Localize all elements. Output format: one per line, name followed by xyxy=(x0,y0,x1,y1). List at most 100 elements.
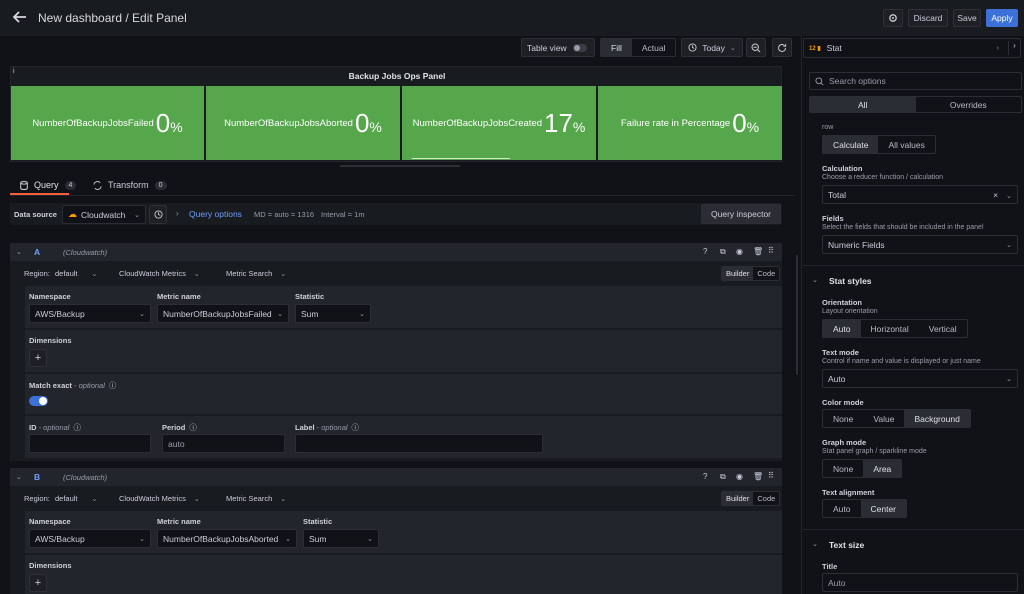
builder-option[interactable]: Builder xyxy=(722,267,754,280)
match-exact-toggle[interactable] xyxy=(29,396,48,406)
eye-icon[interactable]: ◉ xyxy=(736,472,743,481)
discard-button[interactable]: Discard xyxy=(908,9,948,27)
stat-tile: NumberOfBackupJobsFailed 0% xyxy=(11,86,204,160)
api-select[interactable]: CloudWatch Metrics ⌄ xyxy=(119,494,200,503)
all-tab[interactable]: All xyxy=(810,97,916,112)
row-label: row xyxy=(822,124,834,131)
metric-name-select[interactable]: NumberOfBackupJobsAborted ⌄ xyxy=(157,529,297,548)
color-mode-none[interactable]: None xyxy=(823,410,863,427)
help-icon[interactable]: ? xyxy=(703,247,707,256)
query-ref-id[interactable]: B xyxy=(34,472,40,482)
collapse-pane-icon[interactable]: › xyxy=(1008,41,1020,55)
duplicate-icon[interactable]: ⧉ xyxy=(720,472,726,482)
search-options-input[interactable]: Search options xyxy=(809,72,1022,90)
time-picker[interactable]: Today ⌄ xyxy=(681,38,743,57)
query-inspector-button[interactable]: Query inspector xyxy=(701,204,781,224)
section-chevron-icon[interactable]: ⌄ xyxy=(812,276,818,284)
zoom-out-button[interactable] xyxy=(746,38,766,57)
stat-value: 0 xyxy=(155,107,171,138)
fields-select[interactable]: Numeric Fields ⌄ xyxy=(822,235,1018,254)
period-input[interactable]: auto xyxy=(162,434,285,453)
refresh-button[interactable] xyxy=(772,38,792,57)
settings-button[interactable] xyxy=(883,9,903,27)
all-values-option[interactable]: All values xyxy=(878,136,934,153)
label-input[interactable] xyxy=(295,434,543,453)
eye-icon[interactable]: ◉ xyxy=(736,247,743,256)
region-select[interactable]: default ⌄ xyxy=(55,269,97,278)
visualization-picker[interactable]: 12 ▮ Stat › xyxy=(803,38,1021,58)
fill-option[interactable]: Fill xyxy=(601,39,632,56)
code-option[interactable]: Code xyxy=(753,267,779,280)
query-tab-label: Query xyxy=(34,180,59,190)
orientation-horizontal[interactable]: Horizontal xyxy=(861,320,919,337)
apply-button[interactable]: Apply xyxy=(986,9,1018,27)
stat-styles-header[interactable]: Stat styles xyxy=(829,276,872,286)
statistic-select[interactable]: Sum ⌄ xyxy=(295,304,371,323)
options-tabs: All Overrides xyxy=(809,96,1022,113)
section-chevron-icon[interactable]: ⌄ xyxy=(812,540,818,548)
overrides-tab[interactable]: Overrides xyxy=(916,97,1022,112)
graph-mode-none[interactable]: None xyxy=(823,460,863,477)
chevron-down-icon: ⌄ xyxy=(1006,241,1012,249)
orientation-vertical[interactable]: Vertical xyxy=(919,320,967,337)
id-label: ID - optional ⓘ xyxy=(29,423,81,432)
alignment-center[interactable]: Center xyxy=(860,500,907,517)
collapse-icon[interactable]: ⌄ xyxy=(16,473,22,481)
mode-value: Metric Search xyxy=(226,494,273,503)
transform-icon xyxy=(93,180,102,190)
color-mode-toggle: None Value Background xyxy=(822,409,971,428)
mode-select[interactable]: Metric Search ⌄ xyxy=(226,269,286,278)
query-ref-id[interactable]: A xyxy=(34,247,40,257)
query-tab[interactable]: Query 4 xyxy=(10,176,77,194)
query-history-button[interactable] xyxy=(149,205,167,224)
duplicate-icon[interactable]: ⧉ xyxy=(720,247,726,257)
table-view-label: Table view xyxy=(527,42,567,53)
region-select[interactable]: default ⌄ xyxy=(55,494,97,503)
help-icon[interactable]: ? xyxy=(703,472,707,481)
add-dimension-button[interactable]: + xyxy=(29,574,47,592)
datasource-picker[interactable]: ☁ Cloudwatch ⌄ xyxy=(62,205,146,224)
transform-tab[interactable]: Transform 0 xyxy=(93,176,167,194)
trash-icon[interactable]: 🗑 xyxy=(753,247,763,256)
query-header: ⌄ A (Cloudwatch) ? ⧉ ◉ 🗑 ⠿ xyxy=(10,243,782,261)
actual-option[interactable]: Actual xyxy=(632,39,676,56)
text-mode-value: Auto xyxy=(828,373,846,384)
id-input[interactable] xyxy=(29,434,151,453)
color-mode-background[interactable]: Background xyxy=(904,410,970,427)
metric-name-select[interactable]: NumberOfBackupJobsFailed ⌄ xyxy=(157,304,289,323)
namespace-select[interactable]: AWS/Backup ⌄ xyxy=(29,304,151,323)
alignment-auto[interactable]: Auto xyxy=(823,500,861,517)
scrollbar[interactable] xyxy=(796,255,798,375)
namespace-select[interactable]: AWS/Backup ⌄ xyxy=(29,529,151,548)
collapse-icon[interactable]: ⌄ xyxy=(16,248,22,256)
text-mode-select[interactable]: Auto ⌄ xyxy=(822,369,1018,388)
color-mode-value[interactable]: Value xyxy=(863,410,904,427)
trash-icon[interactable]: 🗑 xyxy=(753,472,763,481)
namespace-label: Namespace xyxy=(29,292,71,301)
title-size-input[interactable]: Auto xyxy=(822,573,1018,592)
drag-handle-icon[interactable]: ⠿ xyxy=(768,246,774,255)
api-select[interactable]: CloudWatch Metrics ⌄ xyxy=(119,269,200,278)
drag-handle-icon[interactable]: ⠿ xyxy=(768,471,774,480)
calculation-label: Calculation xyxy=(822,164,863,173)
text-size-header[interactable]: Text size xyxy=(829,540,864,550)
statistic-select[interactable]: Sum ⌄ xyxy=(303,529,379,548)
add-dimension-button[interactable]: + xyxy=(29,349,47,367)
namespace-value: AWS/Backup xyxy=(35,533,85,544)
resize-handle[interactable] xyxy=(340,165,460,167)
code-option[interactable]: Code xyxy=(753,492,779,505)
orientation-auto[interactable]: Auto xyxy=(823,320,861,337)
calculate-option[interactable]: Calculate xyxy=(823,136,879,153)
graph-mode-area[interactable]: Area xyxy=(863,460,902,477)
save-button[interactable]: Save xyxy=(953,9,981,27)
calculation-select[interactable]: Total × ⌄ xyxy=(822,185,1018,204)
mode-select[interactable]: Metric Search ⌄ xyxy=(226,494,286,503)
history-icon xyxy=(153,210,163,219)
table-view-toggle[interactable]: Table view xyxy=(521,38,595,57)
builder-option[interactable]: Builder xyxy=(722,492,754,505)
metric-name-value: NumberOfBackupJobsFailed xyxy=(163,308,272,319)
clear-icon[interactable]: × xyxy=(993,190,998,200)
stat-tile: NumberOfBackupJobsCreated 17% xyxy=(402,86,596,160)
query-options-link[interactable]: Query options xyxy=(189,209,242,219)
back-arrow-icon[interactable] xyxy=(12,9,28,25)
